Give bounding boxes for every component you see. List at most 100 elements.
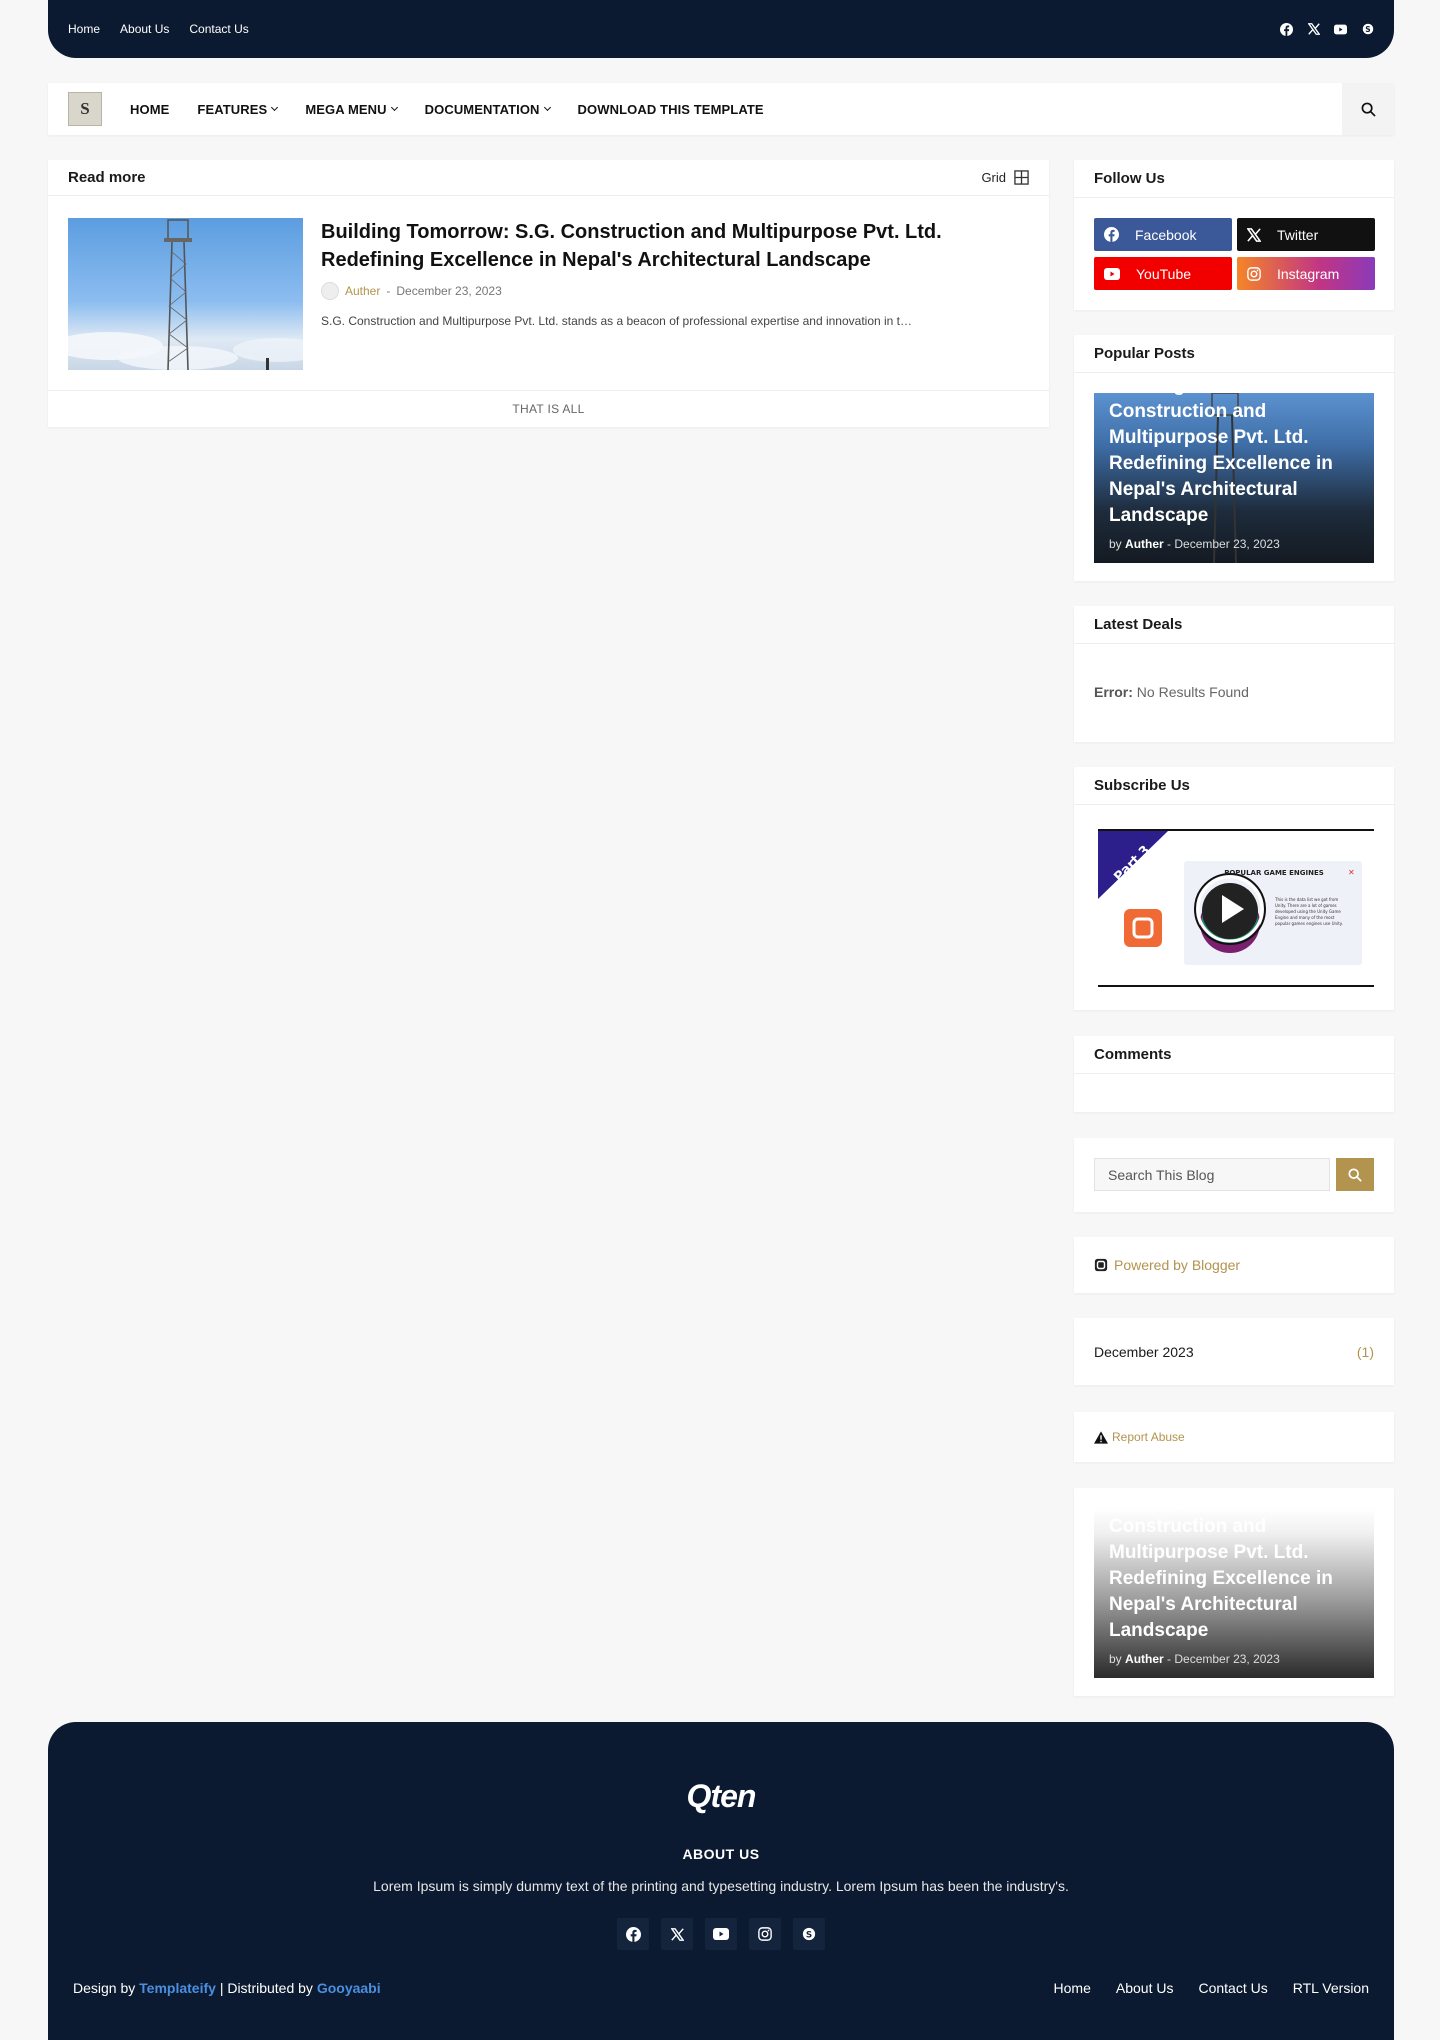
close-icon: ✕: [1348, 868, 1355, 877]
footer-links: Home About Us Contact Us RTL Version: [1054, 1980, 1369, 1996]
youtube-button[interactable]: YouTube: [1094, 257, 1232, 290]
facebook-icon[interactable]: [1280, 22, 1293, 36]
main-nav: S HOME FEATURES MEGA MENU DOCUMENTATION …: [48, 83, 1394, 135]
featured-post-meta: by Auther - December 23, 2023: [1109, 1652, 1362, 1666]
gooyaabi-link[interactable]: Gooyaabi: [317, 1980, 381, 1996]
footer-link-rtl[interactable]: RTL Version: [1293, 1980, 1369, 1996]
footer-logo[interactable]: Qten: [48, 1778, 1394, 1815]
x-icon[interactable]: [661, 1918, 693, 1950]
post-title[interactable]: Building Tomorrow: S.G. Construction and…: [321, 218, 1029, 274]
widget-report-abuse: Report Abuse: [1074, 1412, 1394, 1462]
svg-text:S: S: [1365, 25, 1370, 34]
facebook-button[interactable]: Facebook: [1094, 218, 1232, 251]
footer-link-about[interactable]: About Us: [1116, 1980, 1174, 1996]
post-excerpt: S.G. Construction and Multipurpose Pvt. …: [321, 314, 913, 328]
widget-title: Latest Deals: [1074, 606, 1394, 644]
featured-post-author[interactable]: Auther: [1125, 1652, 1164, 1666]
grid-icon: [1014, 170, 1029, 185]
youtube-icon[interactable]: [1334, 23, 1347, 36]
facebook-icon: [1104, 227, 1119, 242]
chevron-down-icon: [390, 103, 398, 112]
youtube-icon[interactable]: [705, 1918, 737, 1950]
widget-comments: Comments: [1074, 1036, 1394, 1112]
nav-item-home[interactable]: HOME: [130, 102, 169, 117]
meta-by: by: [1109, 537, 1122, 551]
meta-separator: -: [386, 284, 391, 298]
footer-bottom: Design by Templateify | Distributed by G…: [73, 1980, 1369, 1996]
section-header: Read more Grid: [48, 160, 1049, 196]
search-form: Search This Blog: [1074, 1138, 1394, 1211]
footer-credits: Design by Templateify | Distributed by G…: [73, 1980, 381, 1996]
popular-post-author[interactable]: Auther: [1125, 537, 1164, 551]
report-abuse-link[interactable]: Report Abuse: [1112, 1430, 1185, 1444]
blogger-icon: [1094, 1258, 1108, 1272]
widget-title: Subscribe Us: [1074, 767, 1394, 805]
card-title: POPULAR GAME ENGINES: [1224, 869, 1324, 877]
post-thumbnail[interactable]: [68, 218, 303, 370]
section-title: Read more: [68, 169, 146, 186]
widget-popular-posts: Popular Posts Building Tomorrow: S.G. Co…: [1074, 335, 1394, 581]
follow-buttons: Facebook Twitter YouTube Instagram: [1074, 198, 1394, 310]
deals-error: Error: No Results Found: [1074, 644, 1394, 742]
post-author[interactable]: Auther: [345, 284, 380, 298]
instagram-button[interactable]: Instagram: [1237, 257, 1375, 290]
card-body: This is the data list we got from Unity.…: [1275, 897, 1343, 926]
report-row[interactable]: Report Abuse: [1074, 1412, 1394, 1462]
facebook-icon[interactable]: [617, 1918, 649, 1950]
popular-post-date: - December 23, 2023: [1167, 537, 1280, 551]
post-item: Building Tomorrow: S.G. Construction and…: [48, 196, 1049, 391]
archive-row[interactable]: December 2023 (1): [1074, 1318, 1394, 1385]
nav-item-documentation[interactable]: DOCUMENTATION: [424, 101, 551, 117]
featured-post-title[interactable]: Building Tomorrow: S.G. Construction and…: [1109, 1508, 1362, 1644]
top-link-about[interactable]: About Us: [120, 22, 169, 36]
error-text: No Results Found: [1136, 684, 1249, 700]
featured-post-date: - December 23, 2023: [1167, 1652, 1280, 1666]
nav-menu: HOME FEATURES MEGA MENU DOCUMENTATION DO…: [130, 102, 764, 117]
templateify-link[interactable]: Templateify: [139, 1980, 216, 1996]
footer-link-contact[interactable]: Contact Us: [1198, 1980, 1267, 1996]
nav-search-button[interactable]: [1342, 83, 1394, 135]
site-logo[interactable]: S: [68, 92, 102, 126]
featured-post-caption: Building Tomorrow: S.G. Construction and…: [1109, 1508, 1362, 1666]
nav-item-label: DOCUMENTATION: [424, 101, 540, 117]
author-avatar: [321, 282, 339, 300]
view-toggle-label: Grid: [981, 170, 1006, 185]
post-meta: Auther - December 23, 2023: [321, 282, 1029, 300]
popular-post-card[interactable]: Building Tomorrow: S.G. Construction and…: [1094, 393, 1374, 563]
top-bar: Home About Us Contact Us S: [48, 0, 1394, 58]
subscribe-video-thumbnail[interactable]: Part 3 POPULAR GAME ENGINES ✕ This is th…: [1098, 829, 1374, 987]
meta-by: by: [1109, 1652, 1122, 1666]
view-toggle[interactable]: Grid: [981, 170, 1029, 185]
top-link-home[interactable]: Home: [68, 22, 100, 36]
footer-link-home[interactable]: Home: [1054, 1980, 1091, 1996]
widget-archive: December 2023 (1): [1074, 1318, 1394, 1385]
facebook-label: Facebook: [1135, 226, 1197, 243]
instagram-icon[interactable]: [749, 1918, 781, 1950]
archive-month[interactable]: December 2023: [1094, 1344, 1194, 1360]
featured-post-card[interactable]: Building Tomorrow: S.G. Construction and…: [1094, 1508, 1374, 1678]
powered-row[interactable]: Powered by Blogger: [1074, 1237, 1394, 1293]
skype-icon[interactable]: S: [1361, 23, 1374, 36]
tower-image: [68, 219, 303, 370]
youtube-icon: [1104, 267, 1120, 280]
search-submit-button[interactable]: [1336, 1158, 1374, 1191]
video-graphic: Part 3 POPULAR GAME ENGINES ✕ This is th…: [1098, 831, 1362, 965]
twitter-button[interactable]: Twitter: [1237, 218, 1375, 251]
x-icon[interactable]: [1307, 23, 1320, 36]
search-input[interactable]: Search This Blog: [1094, 1158, 1331, 1191]
nav-item-mega-menu[interactable]: MEGA MENU: [305, 101, 398, 117]
skype-icon[interactable]: S: [793, 1918, 825, 1950]
footer-social: S: [48, 1918, 1394, 1950]
nav-item-features[interactable]: FEATURES: [197, 101, 279, 117]
popular-post-title[interactable]: Building Tomorrow: S.G. Construction and…: [1109, 393, 1362, 529]
nav-item-download[interactable]: DOWNLOAD THIS TEMPLATE: [578, 102, 764, 117]
widget-title: Popular Posts: [1074, 335, 1394, 373]
nav-item-label: MEGA MENU: [305, 101, 387, 117]
widget-title: Follow Us: [1074, 160, 1394, 198]
powered-by-link[interactable]: Powered by Blogger: [1114, 1257, 1240, 1273]
site-footer: Qten ABOUT US Lorem Ipsum is simply dumm…: [48, 1722, 1394, 2040]
nav-item-label: FEATURES: [197, 101, 268, 117]
svg-text:S: S: [806, 1931, 812, 1941]
youtube-label: YouTube: [1136, 265, 1192, 282]
top-link-contact[interactable]: Contact Us: [189, 22, 248, 36]
